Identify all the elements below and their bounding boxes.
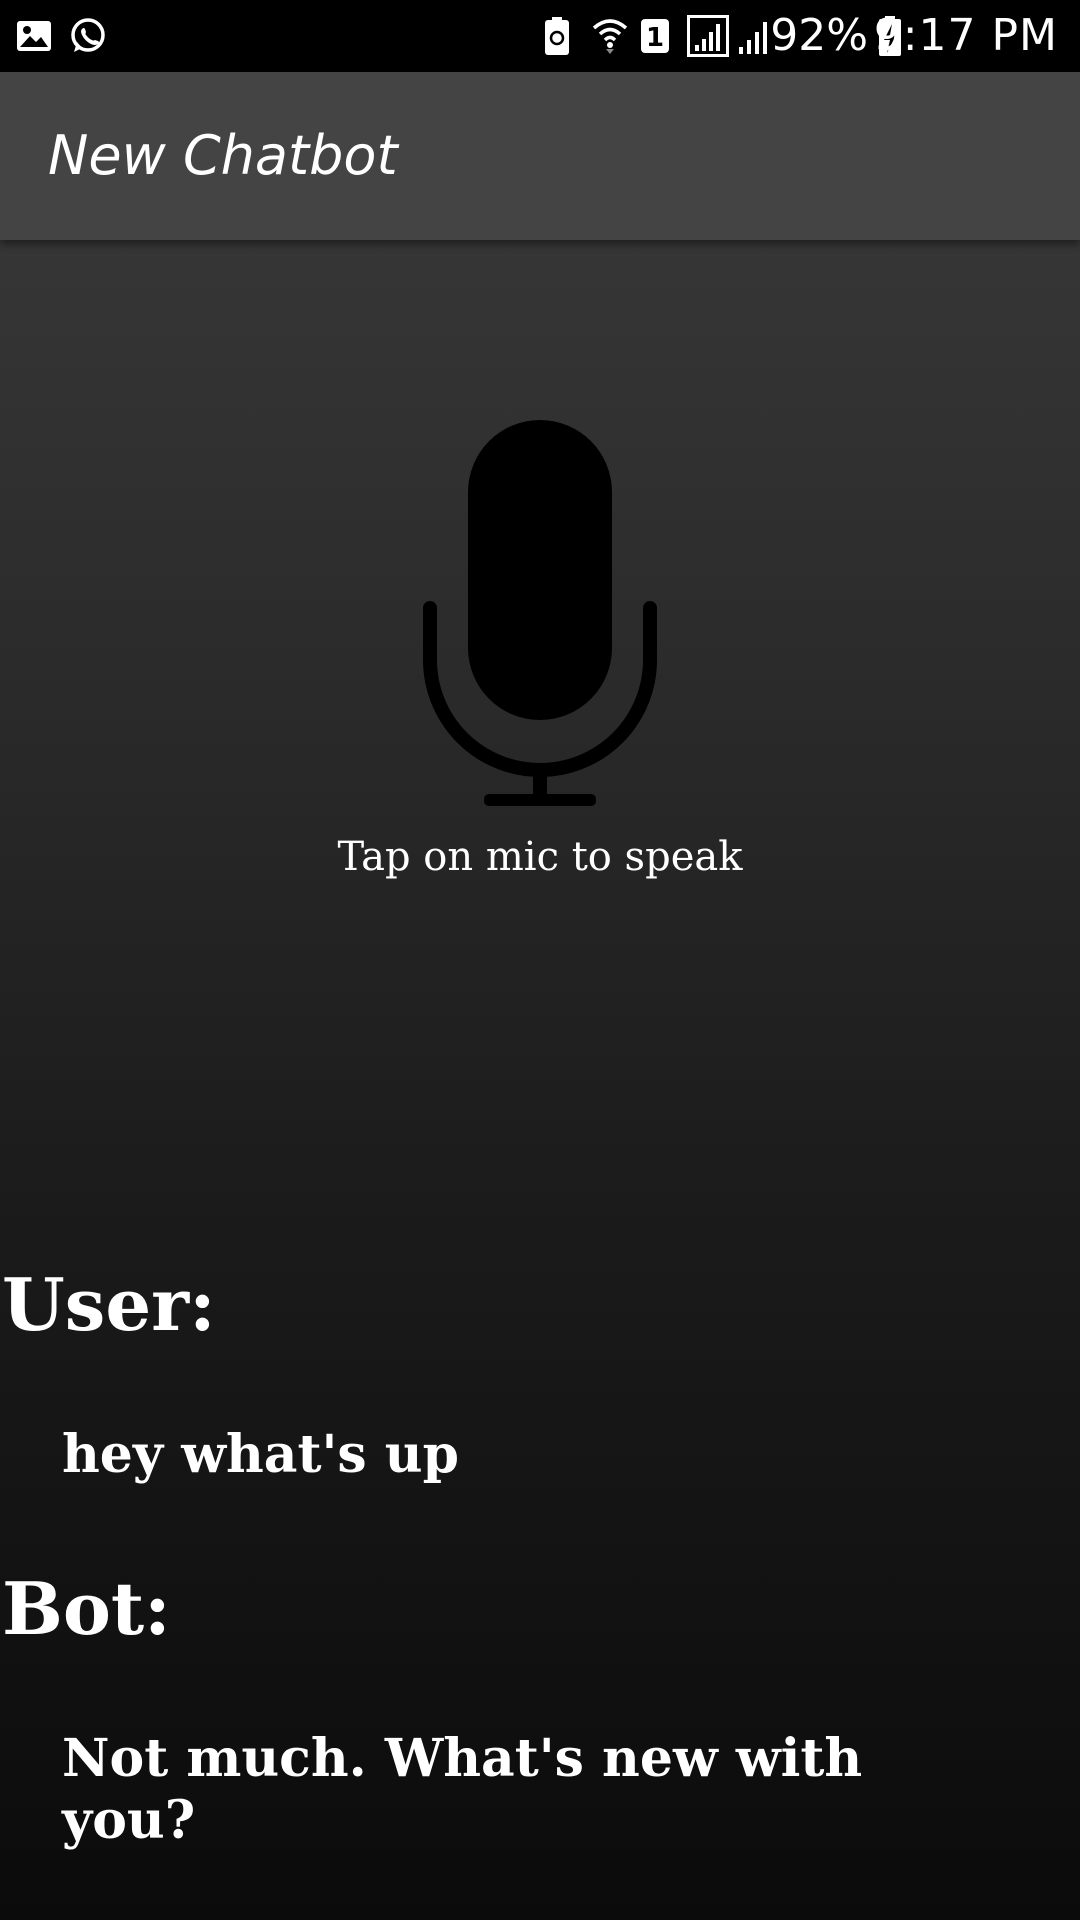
app-screen: 1 92% 9:17 PM New Chatbot Tap on mic to … [0,0,1080,1920]
battery-percent: 92% [770,10,868,61]
sim-1-icon: 1 [638,0,672,72]
status-bar: 1 92% 9:17 PM [0,0,1080,72]
wifi-icon [590,0,630,72]
bot-label: Bot: [2,1566,171,1651]
user-message: hey what's up [62,1424,459,1485]
signal-2-icon [736,0,774,72]
user-label: User: [2,1262,216,1347]
signal-icon [686,0,730,72]
mic-hint-text: Tap on mic to speak [337,834,743,880]
whatsapp-icon [66,0,110,72]
microphone-icon [423,420,657,806]
battery-saver-icon [542,0,572,72]
svg-text:1: 1 [646,23,664,53]
microphone-button[interactable] [420,410,660,810]
bot-message: Not much. What's new with you? [62,1728,863,1851]
app-bar: New Chatbot [0,72,1080,240]
status-time: 9:17 PM [873,10,1058,61]
gallery-icon [14,0,54,72]
app-title: New Chatbot [48,124,398,187]
